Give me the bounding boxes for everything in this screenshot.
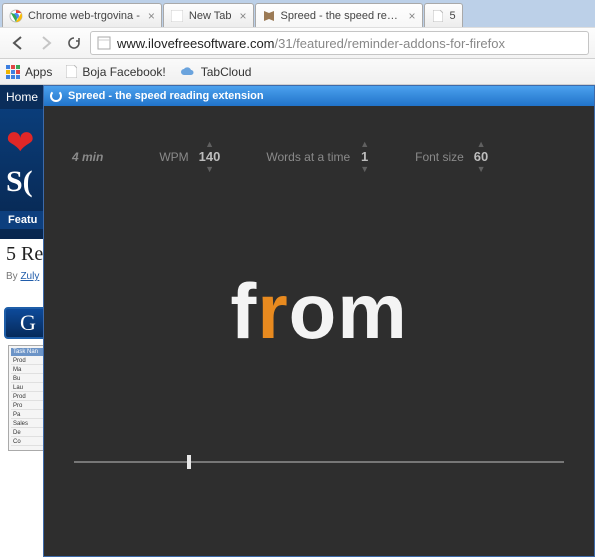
spreed-body: 4 min WPM ▲ 140 ▼ Words at a time ▲ 1 ▼ bbox=[44, 106, 594, 556]
author-link[interactable]: Zuly bbox=[20, 271, 39, 282]
close-icon[interactable]: × bbox=[240, 9, 247, 23]
fs-value: 60 bbox=[474, 149, 488, 164]
chevron-down-icon[interactable]: ▼ bbox=[477, 165, 486, 173]
gantt-header: Task Nan bbox=[11, 348, 47, 356]
chevron-up-icon[interactable]: ▲ bbox=[477, 140, 486, 148]
tab-title: Spreed - the speed readi bbox=[281, 10, 401, 22]
estimated-time: 4 min bbox=[72, 150, 113, 164]
close-icon[interactable]: × bbox=[409, 9, 416, 23]
tab-title: 5 bbox=[450, 10, 456, 22]
wpm-setting: WPM ▲ 140 ▼ bbox=[159, 140, 220, 173]
progress-thumb[interactable] bbox=[187, 455, 191, 469]
chevron-up-icon[interactable]: ▲ bbox=[205, 140, 214, 148]
close-icon[interactable]: × bbox=[148, 9, 155, 23]
gantt-row: Sales bbox=[11, 421, 47, 428]
page-icon bbox=[431, 9, 445, 23]
bookmark-item[interactable]: TabCloud bbox=[180, 65, 252, 79]
wpm-label: WPM bbox=[159, 150, 188, 164]
bookmarks-bar: Apps Boja Facebook! TabCloud bbox=[0, 59, 595, 85]
url-host: www.ilovefreesoftware.com bbox=[117, 36, 275, 51]
tab-1[interactable]: Chrome web-trgovina - × bbox=[2, 3, 162, 27]
wat-value: 1 bbox=[361, 149, 368, 164]
tab-4[interactable]: 5 bbox=[424, 3, 463, 27]
reload-button[interactable] bbox=[62, 31, 86, 55]
spreed-title-text: Spreed - the speed reading extension bbox=[68, 90, 264, 102]
bookmark-label: TabCloud bbox=[201, 65, 252, 79]
word-pre: f bbox=[230, 267, 257, 355]
gantt-row: Pa bbox=[11, 412, 47, 419]
gantt-row: Bu bbox=[11, 376, 47, 383]
bg-logo-frag: S( bbox=[6, 165, 33, 199]
wpm-value: 140 bbox=[199, 149, 221, 164]
loading-icon bbox=[50, 90, 62, 102]
chevron-down-icon[interactable]: ▼ bbox=[205, 165, 214, 173]
book-icon bbox=[262, 9, 276, 23]
toolbar: www.ilovefreesoftware.com /31/featured/r… bbox=[0, 27, 595, 59]
apps-button[interactable]: Apps bbox=[6, 65, 52, 79]
gantt-row: Pro bbox=[11, 403, 47, 410]
progress-track bbox=[74, 461, 564, 463]
gantt-row: Prod bbox=[11, 358, 47, 365]
time-label: 4 min bbox=[72, 150, 103, 164]
omnibox[interactable]: www.ilovefreesoftware.com /31/featured/r… bbox=[90, 31, 589, 55]
spreed-titlebar[interactable]: Spreed - the speed reading extension bbox=[44, 86, 594, 106]
fs-label: Font size bbox=[415, 150, 464, 164]
bg-featured-tab[interactable]: Featu bbox=[0, 211, 45, 229]
progress-slider[interactable] bbox=[74, 454, 564, 470]
forward-button bbox=[34, 31, 58, 55]
cloud-icon bbox=[180, 66, 196, 77]
chrome-store-icon bbox=[9, 9, 23, 23]
newtab-icon bbox=[170, 9, 184, 23]
tab-3[interactable]: Spreed - the speed readi × bbox=[255, 3, 423, 27]
bookmark-label: Boja Facebook! bbox=[82, 65, 165, 79]
gantt-row: Co bbox=[11, 439, 47, 446]
page-icon bbox=[66, 65, 77, 78]
word-post: om bbox=[289, 267, 408, 355]
word-focus-letter: r bbox=[257, 267, 288, 355]
current-word: from bbox=[230, 268, 407, 355]
gantt-row: Lau bbox=[11, 385, 47, 392]
bookmark-item[interactable]: Boja Facebook! bbox=[66, 65, 165, 79]
spreed-window: Spreed - the speed reading extension 4 m… bbox=[43, 85, 595, 557]
apps-icon bbox=[6, 65, 20, 79]
tab-title: New Tab bbox=[189, 10, 232, 22]
font-size-setting: Font size ▲ 60 ▼ bbox=[415, 140, 488, 173]
tab-strip: Chrome web-trgovina - × New Tab × Spreed… bbox=[0, 0, 595, 27]
gantt-row: De bbox=[11, 430, 47, 437]
tab-title: Chrome web-trgovina - bbox=[28, 10, 140, 22]
page-viewport: Home ❤ S( Featu 5 Re By Zuly G Task Nan … bbox=[0, 85, 595, 557]
byline-prefix: By bbox=[6, 271, 20, 282]
tab-2[interactable]: New Tab × bbox=[163, 3, 254, 27]
url-path: /31/featured/reminder-addons-for-firefox bbox=[275, 36, 506, 51]
apps-label: Apps bbox=[25, 65, 52, 79]
back-button[interactable] bbox=[6, 31, 30, 55]
wat-label: Words at a time bbox=[266, 150, 350, 164]
words-at-time-setting: Words at a time ▲ 1 ▼ bbox=[266, 140, 369, 173]
reading-word-stage[interactable]: from bbox=[44, 266, 594, 357]
chevron-down-icon[interactable]: ▼ bbox=[360, 165, 369, 173]
chevron-up-icon[interactable]: ▲ bbox=[360, 140, 369, 148]
gantt-row: Ma bbox=[11, 367, 47, 374]
globe-icon bbox=[97, 36, 111, 50]
settings-row: 4 min WPM ▲ 140 ▼ Words at a time ▲ 1 ▼ bbox=[44, 106, 594, 173]
heart-icon: ❤ bbox=[6, 123, 35, 163]
gantt-row: Prod bbox=[11, 394, 47, 401]
